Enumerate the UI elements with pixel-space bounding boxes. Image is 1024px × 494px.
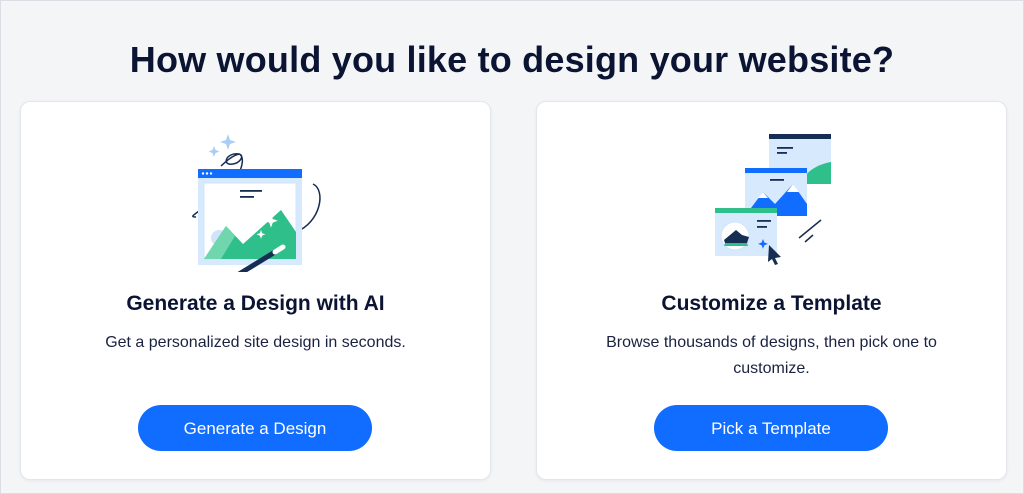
page-title: How would you like to design your websit… bbox=[129, 39, 895, 81]
template-illustration bbox=[715, 134, 831, 265]
generate-design-button[interactable]: Generate a Design bbox=[138, 405, 372, 451]
ai-design-illustration bbox=[192, 134, 321, 272]
option-card-ai[interactable]: Generate a Design with AI Get a personal… bbox=[20, 101, 491, 480]
option-title: Customize a Template bbox=[661, 292, 882, 315]
sparkle-icon bbox=[208, 146, 220, 157]
sparkle-icon bbox=[220, 134, 236, 150]
option-title: Generate a Design with AI bbox=[126, 292, 385, 315]
option-description: Get a personalized site design in second… bbox=[105, 334, 406, 351]
option-description: Browse thousands of designs, then pick o… bbox=[606, 334, 937, 377]
pick-template-button[interactable]: Pick a Template bbox=[654, 405, 888, 451]
option-card-template[interactable]: Customize a Template Browse thousands of… bbox=[536, 101, 1007, 480]
